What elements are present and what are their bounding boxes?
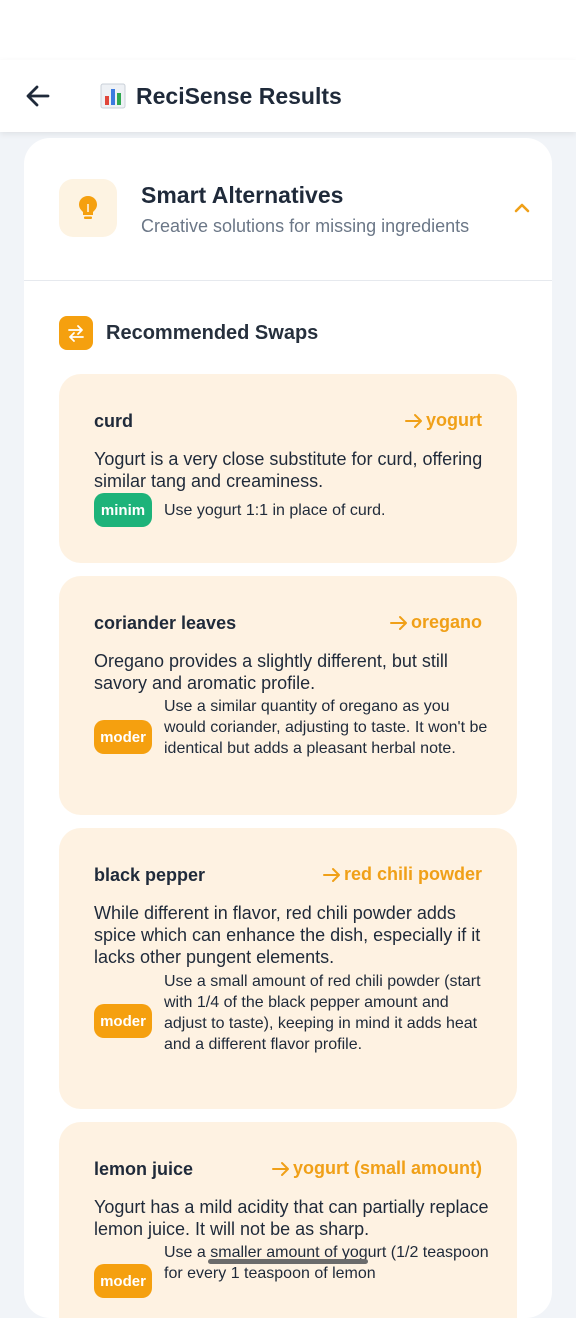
swap-icon-box [59,316,93,350]
swap-description: While different in flavor, red chili pow… [94,903,481,967]
section-title: Recommended Swaps [106,322,319,344]
substitute-label: oregano [410,612,482,632]
swap-card: coriander leaves oregano Oregano provide… [59,576,517,815]
arrow-right-icon [389,615,407,630]
original-ingredient: lemon juice [94,1159,194,1179]
swap-arrows-icon [68,325,84,342]
swap-card: black pepper red chili powder While diff… [59,828,517,1109]
home-indicator[interactable] [208,1259,368,1264]
substitute-ingredient: yogurt (small amount) [271,1158,482,1179]
swap-card: lemon juice yogurt (small amount) Yogurt… [59,1122,517,1318]
swap-description: Oregano provides a slightly different, b… [94,651,448,693]
swap-instruction: Use yogurt 1:1 in place of curd. [164,502,386,519]
impact-badge: moder [94,1264,152,1298]
original-ingredient: coriander leaves [94,613,237,633]
app-bar: ReciSense Results [0,60,576,132]
lightbulb-icon-box [59,179,117,237]
lightbulb-icon [79,196,97,219]
smart-alternatives-panel: Smart Alternatives Creative solutions fo… [24,138,552,1318]
swap-description: Yogurt is a very close substitute for cu… [94,449,483,491]
original-ingredient: black pepper [94,865,206,885]
arrow-right-icon [271,1161,289,1176]
chevron-up-icon [514,203,530,213]
swap-description: Yogurt has a mild acidity that can parti… [94,1197,489,1239]
panel-header[interactable]: Smart Alternatives Creative solutions fo… [24,138,552,281]
impact-badge: moder [94,720,152,754]
swap-instruction: Use a small amount of red chili powder (… [164,973,481,1053]
collapse-button[interactable] [510,196,534,220]
bar-chart-icon [100,83,126,109]
arrow-right-icon [322,867,340,882]
swap-card: curd yogurt Yogurt is a very close subst… [59,374,517,563]
substitute-ingredient: red chili powder [322,864,482,885]
arrow-right-icon [405,413,422,428]
original-ingredient: curd [94,411,134,431]
status-bar [0,0,576,60]
arrow-left-icon [26,85,50,107]
swap-instruction: Use a similar quantity of oregano as you… [164,698,488,757]
page-title: ReciSense Results [100,78,342,114]
panel-title: Smart Alternatives [141,182,344,208]
back-button[interactable] [18,74,58,118]
substitute-ingredient: oregano [389,612,482,633]
app-title-text: ReciSense Results [136,82,342,109]
impact-badge: minim [94,493,152,527]
substitute-label: red chili powder [343,864,482,884]
impact-badge: moder [94,1004,152,1038]
panel-subtitle: Creative solutions for missing ingredien… [141,216,470,236]
substitute-label: yogurt (small amount) [292,1158,482,1178]
substitute-label: yogurt [426,410,482,430]
substitute-ingredient: yogurt [404,410,482,431]
